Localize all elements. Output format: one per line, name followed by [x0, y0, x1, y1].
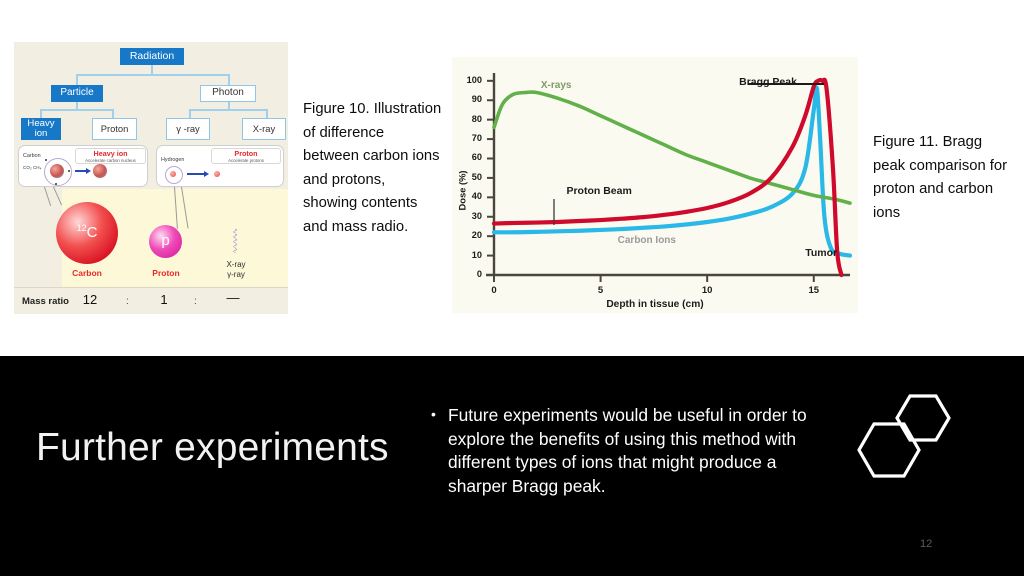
bullet-list-container: Future experiments would be useful in or…	[428, 403, 820, 498]
mass-ratio-separator: :	[194, 296, 197, 307]
chart-y-axis-label: Dose (%)	[456, 170, 468, 211]
chart-y-tick: 90	[471, 94, 482, 105]
tree-node-gamma-ray: γ -ray	[166, 118, 210, 140]
tree-node-label: γ -ray	[176, 123, 200, 135]
photon-wave-icon: ∿∿∿∿∿	[231, 228, 238, 253]
connector	[189, 109, 191, 118]
chart-annotation: Bragg Peak	[739, 75, 797, 88]
mass-ratio-carbon: 12	[82, 292, 98, 307]
detail-card-proton: Hydrogen Proton Accelerate protons	[156, 145, 284, 187]
radiation-tree-diagram: Radiation Particle Photon Heavy ion Prot…	[14, 42, 288, 314]
xray-caption-line2: γ-ray	[227, 270, 245, 279]
chart-y-tick: 70	[471, 133, 482, 144]
hexagon-upper-icon	[895, 394, 951, 442]
connector	[40, 109, 42, 118]
detail-card-title: Heavy ion	[93, 149, 128, 158]
tree-node-photon: Photon	[200, 85, 256, 102]
hexagon-decoration-icon	[857, 394, 951, 478]
slide-content-top: Radiation Particle Photon Heavy ion Prot…	[0, 0, 1024, 356]
proton-caption: Proton	[152, 268, 180, 278]
carbon-caption: Carbon	[72, 268, 102, 278]
chart-y-tick: 100	[466, 74, 482, 85]
mass-ratio-photon: —	[226, 290, 240, 305]
tree-node-radiation: Radiation	[120, 48, 184, 65]
connector	[76, 74, 229, 76]
arrow-line-icon	[187, 173, 205, 175]
chart-x-tick: 10	[701, 285, 713, 296]
tree-node-label: Photon	[212, 87, 244, 99]
detail-card-source-label: Hydrogen	[161, 157, 185, 163]
carbon-mass-number: 12	[76, 223, 87, 233]
callout-line	[53, 186, 63, 206]
carbon-symbol: 12C	[56, 223, 118, 241]
arrow-head-icon	[204, 170, 209, 177]
chart-y-tick: 20	[471, 230, 482, 241]
xray-caption-line1: X-ray	[226, 260, 246, 269]
chart-y-tick: 60	[471, 152, 482, 163]
bragg-peak-chart-svg	[452, 57, 858, 313]
tree-node-x-ray: X-ray	[242, 118, 286, 140]
mass-ratio-separator: :	[126, 296, 129, 307]
arrow-head-icon	[86, 167, 91, 174]
tree-node-heavy-ion: Heavy ion	[21, 118, 61, 140]
detail-card-subtitle: Accelerate protons	[228, 158, 264, 163]
connector	[112, 109, 114, 118]
chart-x-axis-label: Depth in tissue (cm)	[606, 299, 704, 310]
carbon-nucleus-icon	[50, 164, 64, 178]
figure-11-chart: 0 10 20 30 40 50 60 70 80 90 100 0 5 10 15 X-rays Prot…	[452, 57, 858, 313]
chart-y-tick: 0	[476, 269, 482, 279]
detail-card-title-box: Heavy ion Accelerate carbon nucleus	[75, 148, 146, 164]
chart-annotation: X-rays	[540, 79, 572, 91]
mass-ratio-label: Mass ratio	[22, 296, 69, 307]
hydrogen-nucleus-icon	[170, 171, 176, 177]
connector	[76, 74, 78, 85]
chart-annotation: Proton Beam	[566, 184, 632, 197]
chart-annotation: Tumor	[805, 246, 838, 259]
chart-y-tick: 80	[471, 113, 482, 124]
page-number: 12	[920, 538, 933, 550]
chart-x-tick: 0	[491, 285, 497, 296]
carbon-element-symbol: C	[86, 224, 98, 241]
connector	[189, 109, 267, 111]
electron-dot-icon	[55, 183, 57, 185]
accelerated-proton-icon	[214, 171, 220, 177]
tree-node-label: Particle	[60, 87, 94, 99]
tree-node-particle: Particle	[51, 85, 103, 102]
accelerated-nucleus-icon	[93, 164, 107, 178]
detail-card-subtitle: Accelerate carbon nucleus	[85, 158, 136, 163]
slide-title: Further experiments	[36, 426, 389, 469]
mass-ratio-proton: 1	[160, 292, 168, 307]
detail-card-source-sub: CO₂ CH₄	[23, 165, 42, 170]
connector	[40, 109, 113, 111]
connector	[228, 74, 230, 85]
connector	[266, 109, 268, 118]
detail-card-source-label: Carbon	[23, 153, 41, 159]
figure-11-caption: Figure 11. Bragg peak comparison for pro…	[873, 134, 1008, 221]
mass-ratio-bar: Mass ratio 12 : 1 : —	[14, 287, 288, 314]
tree-node-label: X-ray	[252, 123, 276, 135]
tree-node-label: Proton	[100, 123, 129, 135]
detail-card-title-box: Proton Accelerate protons	[211, 148, 281, 164]
chart-y-tick: 10	[471, 249, 482, 260]
detail-card-heavy-ion: Carbon CO₂ CH₄ Heavy ion Accelerate carb…	[18, 145, 148, 187]
proton-symbol: p	[161, 232, 170, 249]
electron-dot-icon	[68, 170, 70, 172]
callout-line	[44, 186, 52, 207]
chart-x-tick: 15	[808, 285, 820, 296]
tree-node-label: Radiation	[129, 49, 175, 62]
chart-y-tick: 30	[471, 210, 482, 221]
figure-10-image: Radiation Particle Photon Heavy ion Prot…	[14, 42, 288, 314]
electron-dot-icon	[45, 159, 47, 161]
bullet-item: Future experiments would be useful in or…	[428, 403, 820, 498]
chart-x-tick: 5	[597, 285, 604, 296]
detail-card-title: Proton	[234, 149, 258, 158]
bullet-list: Future experiments would be useful in or…	[428, 403, 820, 498]
chart-annotation: Carbon Ions	[617, 234, 676, 246]
figure-10-caption: Figure 10. Illustration of difference be…	[303, 101, 442, 235]
tree-node-proton: Proton	[92, 118, 137, 140]
hexagon-lower-icon	[857, 422, 921, 478]
tree-node-label: Heavy ion	[27, 117, 55, 139]
